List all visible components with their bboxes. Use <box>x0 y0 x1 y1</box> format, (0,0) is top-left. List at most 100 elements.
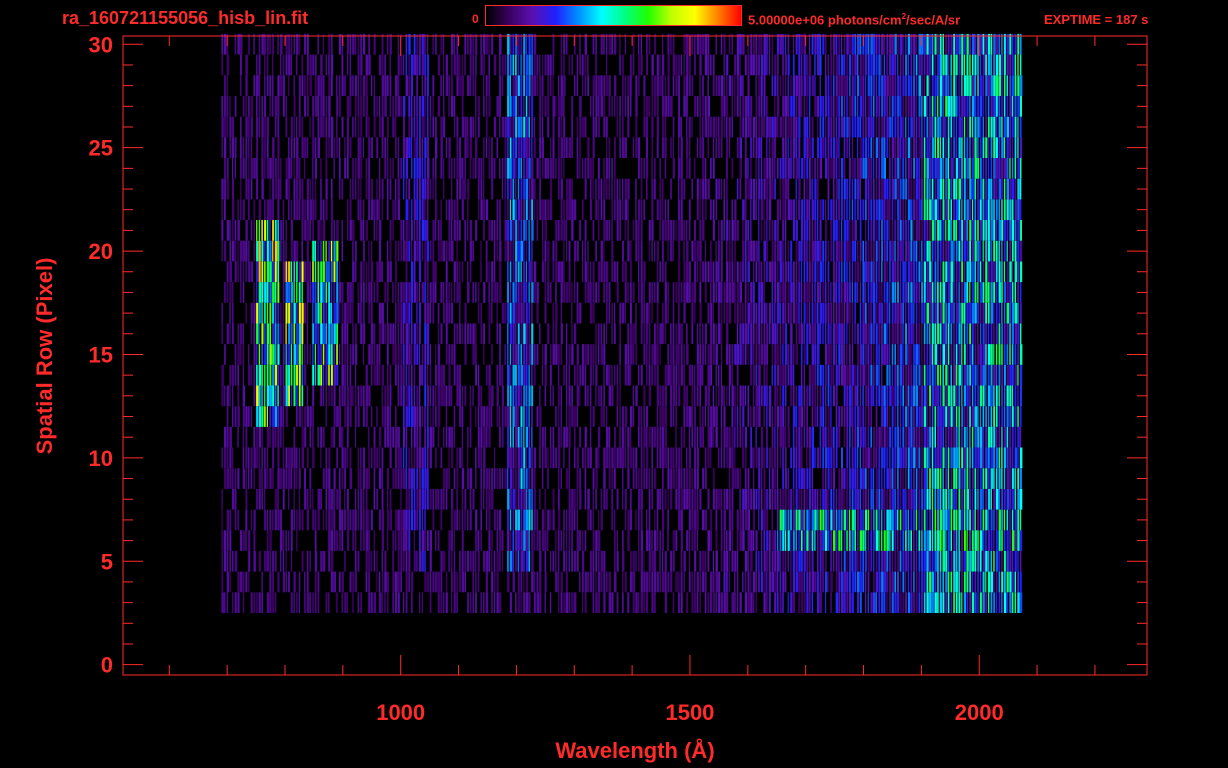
heatmap-cell <box>843 323 846 345</box>
heatmap-cell <box>963 178 966 200</box>
heatmap-cell <box>592 530 595 551</box>
heatmap-cell <box>416 240 419 262</box>
heatmap-cell <box>248 178 250 200</box>
heatmap-cell <box>1009 447 1012 469</box>
heatmap-cell <box>373 323 376 345</box>
heatmap-cell <box>683 426 686 448</box>
heatmap-cell <box>961 406 964 427</box>
heatmap-cell <box>232 178 234 200</box>
heatmap-cell <box>589 550 592 572</box>
heatmap-cell <box>723 282 726 303</box>
heatmap-cell <box>953 488 956 510</box>
heatmap-cell <box>918 261 921 283</box>
heatmap-cell <box>963 240 966 262</box>
heatmap-cell <box>565 364 568 386</box>
heatmap-cell <box>330 282 333 303</box>
heatmap-cell <box>843 571 847 593</box>
heatmap-cell <box>934 302 937 324</box>
heatmap-cell <box>875 447 878 469</box>
heatmap-cell <box>678 261 681 283</box>
heatmap-cell <box>699 199 701 221</box>
heatmap-cell <box>306 550 309 572</box>
heatmap-cell <box>309 426 312 448</box>
heatmap-cell <box>923 199 926 221</box>
heatmap-cell <box>459 302 461 324</box>
heatmap-cell <box>889 220 891 241</box>
heatmap-cell <box>752 447 755 469</box>
heatmap-cell <box>280 178 282 200</box>
heatmap-cell <box>985 178 988 200</box>
heatmap-cell <box>541 364 544 386</box>
heatmap-cell <box>766 571 768 593</box>
heatmap-cell <box>357 550 360 572</box>
heatmap-cell <box>560 282 563 303</box>
heatmap-cell <box>266 550 269 572</box>
heatmap-cell <box>581 592 584 613</box>
heatmap-cell <box>477 364 480 386</box>
heatmap-cell <box>750 302 753 324</box>
heatmap-cell <box>712 468 715 489</box>
heatmap-cell <box>373 488 376 510</box>
heatmap-cell <box>437 240 440 262</box>
heatmap-cell <box>272 199 274 221</box>
heatmap-cell <box>889 199 891 221</box>
heatmap-cell <box>766 261 768 283</box>
heatmap-cell <box>389 178 392 200</box>
heatmap-cell <box>699 240 702 262</box>
heatmap-cell <box>272 158 274 179</box>
heatmap-cell <box>277 302 279 324</box>
heatmap-cell <box>619 323 621 345</box>
heatmap-cell <box>934 571 937 593</box>
heatmap-cell <box>493 240 496 262</box>
heatmap-cell <box>731 488 734 510</box>
heatmap-cell <box>565 282 569 303</box>
heatmap-cell <box>950 509 953 531</box>
heatmap-cell <box>859 364 862 386</box>
heatmap-cell <box>290 364 293 386</box>
heatmap-cell <box>349 220 352 241</box>
heatmap-cell <box>736 406 739 427</box>
heatmap-cell <box>226 158 229 179</box>
heatmap-cell <box>448 364 451 386</box>
heatmap-cell <box>715 406 718 427</box>
heatmap-cell <box>979 550 982 572</box>
heatmap-cell <box>440 571 443 593</box>
heatmap-cell <box>955 426 958 448</box>
heatmap-cell <box>806 550 808 572</box>
heatmap-cell <box>469 240 473 262</box>
heatmap-cell <box>942 282 945 303</box>
heatmap-cell <box>758 240 760 262</box>
heatmap-cell <box>939 385 942 407</box>
heatmap-cell <box>974 468 977 489</box>
heatmap-cell <box>718 447 720 469</box>
heatmap-cell <box>798 550 801 572</box>
heatmap-cell <box>288 344 290 365</box>
heatmap-cell <box>253 509 256 531</box>
heatmap-cell <box>333 468 336 489</box>
heatmap-cell <box>782 426 785 448</box>
heatmap-cell <box>280 406 283 427</box>
heatmap-cell <box>622 261 625 283</box>
heatmap-cell <box>461 261 464 283</box>
heatmap-cell <box>306 302 309 324</box>
heatmap-cell <box>950 447 953 469</box>
heatmap-cell <box>531 468 534 489</box>
heatmap-cell <box>1006 240 1008 262</box>
heatmap-cell <box>894 178 897 200</box>
heatmap-cell <box>926 530 929 551</box>
heatmap-cell <box>333 323 336 345</box>
heatmap-cell <box>1003 199 1006 221</box>
heatmap-cell <box>827 426 830 448</box>
heatmap-cell <box>929 220 931 241</box>
heatmap-cell <box>346 364 349 386</box>
heatmap-cell <box>293 282 295 303</box>
heatmap-cell <box>734 426 736 448</box>
heatmap-cell <box>357 302 360 324</box>
heatmap-cell <box>854 282 857 303</box>
heatmap-cell <box>646 406 649 427</box>
heatmap-cell <box>947 447 950 469</box>
heatmap-cell <box>825 323 827 345</box>
heatmap-cell <box>662 261 664 283</box>
heatmap-cell <box>480 178 483 200</box>
heatmap-cell <box>699 426 702 448</box>
